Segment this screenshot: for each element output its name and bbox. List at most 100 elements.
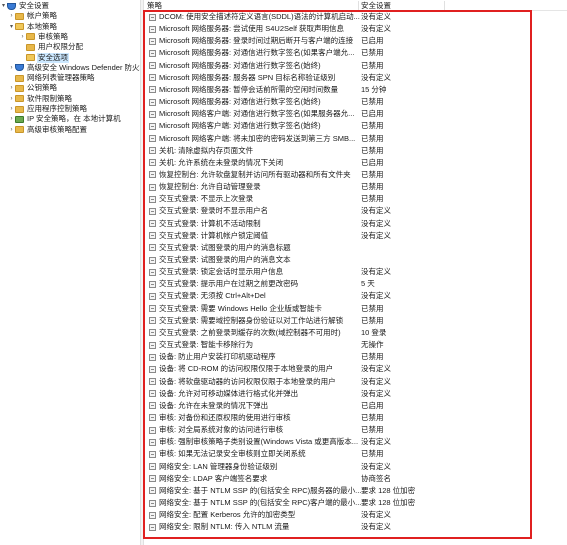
tree-node[interactable]: › 应用程序控制策略 <box>8 104 88 114</box>
policy-name: 设备: 将 CD-ROM 的访问权限仅限于本地登录的用户 <box>159 364 334 374</box>
table-row[interactable]: Microsoft 网络服务器: 对通信进行数字签名(如果客户端允... 已禁用 <box>144 48 567 58</box>
column-header-setting[interactable]: 安全设置 <box>358 0 478 11</box>
policy-setting-value: 已禁用 <box>361 48 384 58</box>
policy-name: 审核: 强制审核策略子类别设置(Windows Vista 或更高版本... <box>159 437 359 447</box>
expand-arrow-icon[interactable]: › <box>8 94 15 104</box>
policy-name: 交互式登录: 试图登录的用户的消息标题 <box>159 242 291 252</box>
expand-arrow-icon[interactable]: › <box>8 63 15 73</box>
table-row[interactable]: 审核: 如果无法记录安全审核则立即关闭系统 已禁用 <box>144 449 567 459</box>
policy-name: Microsoft 网络服务器: 对通信进行数字签名(如果客户端允... <box>159 48 355 58</box>
expand-arrow-icon[interactable]: › <box>8 104 15 114</box>
folder-icon <box>15 105 24 113</box>
table-row[interactable]: 交互式登录: 无须按 Ctrl+Alt+Del 没有定义 <box>144 291 567 301</box>
table-row[interactable]: 交互式登录: 计算机帐户锁定阈值 没有定义 <box>144 231 567 241</box>
tree-node[interactable]: › 软件限制策略 <box>8 94 73 104</box>
policy-setting-value: 已禁用 <box>361 133 384 143</box>
table-row[interactable]: 交互式登录: 需要域控制器身份验证以对工作站进行解锁 已禁用 <box>144 316 567 326</box>
table-row[interactable]: 交互式登录: 试图登录的用户的消息文本 <box>144 255 567 265</box>
tree-node[interactable]: 网络列表管理器策略 <box>8 73 96 83</box>
table-row[interactable]: Microsoft 网络客户端: 将未加密的密码发送到第三方 SMB... 已禁用 <box>144 134 567 144</box>
tree-node[interactable]: › 高级安全 Windows Defender 防火墙 <box>8 63 141 73</box>
expand-arrow-icon[interactable]: › <box>19 32 26 42</box>
table-row[interactable]: 恢复控制台: 允许软盘复制并访问所有驱动器和所有文件夹 已禁用 <box>144 170 567 180</box>
table-row[interactable]: 交互式登录: 登录时不显示用户名 没有定义 <box>144 206 567 216</box>
policy-name: 交互式登录: 锁定会话时显示用户信息 <box>159 267 284 277</box>
policy-setting-value: 没有定义 <box>361 376 391 386</box>
table-row[interactable]: 网络安全: LDAP 客户端签名要求 协商签名 <box>144 474 567 484</box>
policy-icon <box>149 463 156 471</box>
table-row[interactable]: 设备: 允许在未登录的情况下弹出 已启用 <box>144 401 567 411</box>
collapse-arrow-icon[interactable]: ▾ <box>0 1 7 11</box>
table-row[interactable]: 关机: 清除虚拟内存页面文件 已禁用 <box>144 146 567 156</box>
tree-node[interactable]: › 帐户策略 <box>8 11 58 21</box>
table-row[interactable]: Microsoft 网络客户端: 对通信进行数字签名(如果服务器允... 已启用 <box>144 109 567 119</box>
table-row[interactable]: 交互式登录: 试图登录的用户的消息标题 <box>144 243 567 253</box>
policy-name: 恢复控制台: 允许软盘复制并访问所有驱动器和所有文件夹 <box>159 169 351 179</box>
table-row[interactable]: 交互式登录: 锁定会话时显示用户信息 没有定义 <box>144 267 567 277</box>
table-row[interactable]: Microsoft 网络客户端: 对通信进行数字签名(始终) 已禁用 <box>144 121 567 131</box>
table-row[interactable]: 关机: 允许系统在未登录的情况下关闭 已启用 <box>144 158 567 168</box>
policy-icon <box>149 135 156 142</box>
tree-node[interactable]: › 审核策略 <box>19 32 69 42</box>
table-row[interactable]: 交互式登录: 之前登录到缓存的次数(域控制器不可用时) 10 登录 <box>144 328 567 338</box>
table-row[interactable]: 网络安全: 基于 NTLM SSP 的(包括安全 RPC)服务器的最小... 要求… <box>144 486 567 496</box>
table-row[interactable]: DCOM: 使用安全描述符定义语言(SDDL)语法的计算机启动... 没有定义 <box>144 12 567 22</box>
table-row[interactable]: 设备: 防止用户安装打印机驱动程序 已禁用 <box>144 352 567 362</box>
table-row[interactable]: 交互式登录: 需要 Windows Hello 企业版或智能卡 已禁用 <box>144 304 567 314</box>
column-divider[interactable] <box>444 1 445 10</box>
policy-setting-value: 要求 128 位加密 <box>361 498 416 507</box>
column-header-policy[interactable]: 策略 <box>144 0 359 11</box>
policy-icon <box>149 86 156 94</box>
tree-node[interactable]: ▾ 安全设置 <box>0 1 50 11</box>
policy-name: 审核: 如果无法记录安全审核则立即关闭系统 <box>159 449 306 459</box>
policy-icon <box>149 378 156 385</box>
collapse-arrow-icon[interactable]: ▾ <box>8 22 15 32</box>
policy-icon <box>149 232 156 240</box>
policy-setting-value: 要求 128 位加密 <box>361 485 416 495</box>
tree-node[interactable]: ▾ 本地策略 <box>8 22 58 32</box>
table-row[interactable]: 网络安全: LAN 管理器身份验证级别 没有定义 <box>144 462 567 472</box>
expand-arrow-icon[interactable]: › <box>8 11 15 21</box>
table-row[interactable]: 交互式登录: 智能卡移除行为 无操作 <box>144 340 567 350</box>
table-row[interactable]: 设备: 将 CD-ROM 的访问权限仅限于本地登录的用户 没有定义 <box>144 364 567 374</box>
tree-node-label: 网络列表管理器策略 <box>27 73 95 83</box>
table-row[interactable]: 审核: 强制审核策略子类别设置(Windows Vista 或更高版本... 没有… <box>144 437 567 447</box>
table-row[interactable]: 交互式登录: 计算机不活动限制 没有定义 <box>144 219 567 229</box>
table-row[interactable]: Microsoft 网络服务器: 暂停会话前所需的空闲时间数量 15 分钟 <box>144 85 567 95</box>
table-row[interactable]: 网络安全: 配置 Kerberos 允许的加密类型 没有定义 <box>144 510 567 520</box>
table-row[interactable]: 审核: 对备份和还原权限的使用进行审核 已禁用 <box>144 413 567 423</box>
table-row[interactable]: 审核: 对全局系统对象的访问进行审核 已禁用 <box>144 425 567 435</box>
table-row[interactable]: Microsoft 网络服务器: 对通信进行数字签名(始终) 已禁用 <box>144 97 567 107</box>
expand-arrow-icon[interactable]: › <box>8 83 15 93</box>
table-row[interactable]: 设备: 允许对可移动媒体进行格式化并弹出 没有定义 <box>144 389 567 399</box>
table-row[interactable]: 恢复控制台: 允许自动管理登录 已禁用 <box>144 182 567 192</box>
table-row[interactable]: Microsoft 网络服务器: 登录时间过期后断开与客户端的连接 已启用 <box>144 36 567 46</box>
table-row[interactable]: Microsoft 网络服务器: 服务器 SPN 目标名称验证级别 没有定义 <box>144 73 567 83</box>
tree-node-label: 公钥策略 <box>27 83 57 93</box>
tree-node[interactable]: 安全选项 <box>19 52 69 63</box>
table-row[interactable]: 网络安全: 基于 NTLM SSP 的(包括安全 RPC)客户端的最小... 要求… <box>144 498 567 508</box>
policy-name: 网络安全: 基于 NTLM SSP 的(包括安全 RPC)服务器的最小... <box>159 485 362 495</box>
tree-node[interactable]: › 公钥策略 <box>8 83 58 93</box>
table-row[interactable]: 交互式登录: 提示用户在过期之前更改密码 5 天 <box>144 279 567 289</box>
table-row[interactable]: 交互式登录: 不显示上次登录 已禁用 <box>144 194 567 204</box>
policy-name: Microsoft 网络服务器: 服务器 SPN 目标名称验证级别 <box>159 72 336 82</box>
tree-node[interactable]: › 高级审核策略配置 <box>8 125 88 135</box>
policy-icon <box>149 487 156 495</box>
tree-node-label: 软件限制策略 <box>27 93 72 103</box>
tree-node-label: 安全选项 <box>37 52 69 63</box>
policy-setting-value: 没有定义 <box>361 230 391 240</box>
table-row[interactable]: 网络安全: 限制 NTLM: 传入 NTLM 流量 没有定义 <box>144 522 567 532</box>
policy-icon <box>149 37 156 45</box>
table-row[interactable]: 设备: 将软盘驱动器的访问权限仅限于本地登录的用户 没有定义 <box>144 377 567 387</box>
shield-icon <box>15 64 24 72</box>
table-row[interactable]: Microsoft 网络服务器: 尝试使用 S4U2Self 获取声明信息 没有定… <box>144 24 567 34</box>
tree-node[interactable]: › IP 安全策略，在 本地计算机 <box>8 114 122 124</box>
table-row[interactable]: Microsoft 网络服务器: 对通信进行数字签名(始终) 已禁用 <box>144 61 567 71</box>
expand-arrow-icon[interactable]: › <box>8 114 15 124</box>
policy-setting-value: 已禁用 <box>361 425 384 435</box>
policy-icon <box>149 171 156 179</box>
expand-arrow-icon[interactable]: › <box>8 125 15 135</box>
tree-node[interactable]: 用户权限分配 <box>19 42 84 52</box>
